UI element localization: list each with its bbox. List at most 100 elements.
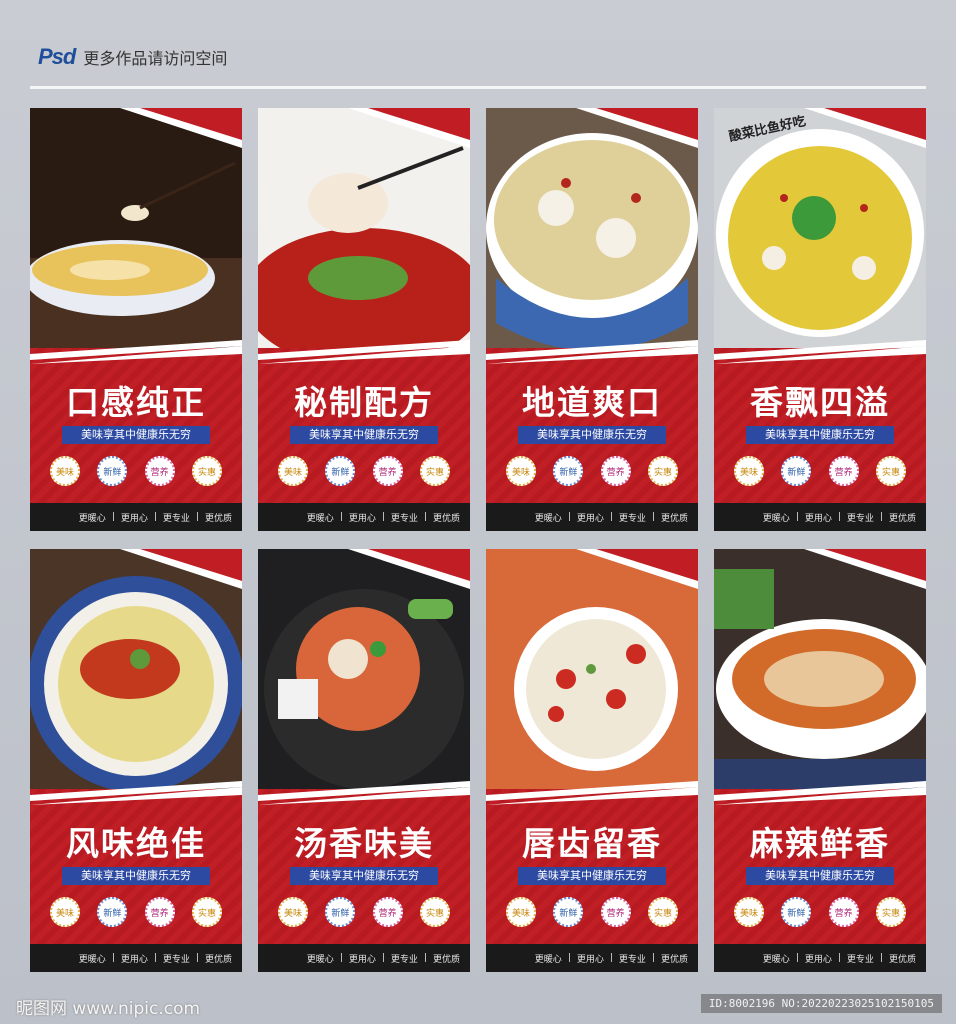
badge-value: 实惠 bbox=[875, 897, 906, 927]
badge-fresh: 新鲜 bbox=[553, 897, 584, 927]
poster-card: 口感纯正 美味享其中健康乐无穷 美味 新鲜 营养 实惠 更暖心 | 更用心 | 更专… bbox=[30, 108, 242, 531]
poster-card: 汤香味美 美味享其中健康乐无穷 美味 新鲜 营养 实惠 更暖心 | 更用心 | 更专… bbox=[258, 549, 470, 972]
badge-row: 美味 新鲜 营养 实惠 bbox=[506, 897, 678, 927]
footer-item: 更优质 bbox=[888, 513, 916, 524]
poster-subtitle: 美味享其中健康乐无穷 bbox=[518, 426, 666, 444]
badge-fresh: 新鲜 bbox=[325, 897, 356, 927]
badge-row: 美味 新鲜 营养 实惠 bbox=[278, 456, 450, 486]
footer-item: 更暖心 bbox=[762, 513, 790, 524]
footer-item: 更用心 bbox=[120, 954, 148, 965]
poster-footer: 更暖心 | 更用心 | 更专业 | 更优质 bbox=[30, 503, 242, 531]
poster-card: 地道爽口 美味享其中健康乐无穷 美味 新鲜 营养 实惠 更暖心 | 更用心 | 更专… bbox=[486, 108, 698, 531]
footer-item: 更暖心 bbox=[762, 954, 790, 965]
footer-item: 更专业 bbox=[618, 513, 646, 524]
footer-item: 更专业 bbox=[618, 954, 646, 965]
footer-item: 更用心 bbox=[576, 954, 604, 965]
badge-nutrition: 营养 bbox=[828, 456, 859, 486]
poster-footer: 更暖心 | 更用心 | 更专业 | 更优质 bbox=[30, 944, 242, 972]
footer-item: 更用心 bbox=[348, 954, 376, 965]
footer-item: 更暖心 bbox=[78, 954, 106, 965]
footer-item: 更优质 bbox=[660, 513, 688, 524]
top-corner-stripe bbox=[576, 108, 698, 148]
poster-footer: 更暖心 | 更用心 | 更专业 | 更优质 bbox=[714, 503, 926, 531]
poster-subtitle: 美味享其中健康乐无穷 bbox=[290, 426, 438, 444]
footer-item: 更暖心 bbox=[306, 954, 334, 965]
top-corner-stripe bbox=[348, 108, 470, 148]
badge-value: 实惠 bbox=[647, 456, 678, 486]
poster-subtitle: 美味享其中健康乐无穷 bbox=[518, 867, 666, 885]
poster-card: 唇齿留香 美味享其中健康乐无穷 美味 新鲜 营养 实惠 更暖心 | 更用心 | 更专… bbox=[486, 549, 698, 972]
white-divider-band bbox=[30, 781, 242, 805]
footer-item: 更优质 bbox=[432, 513, 460, 524]
footer-item: 更用心 bbox=[120, 513, 148, 524]
poster-card: 秘制配方 美味享其中健康乐无穷 美味 新鲜 营养 实惠 更暖心 | 更用心 | 更专… bbox=[258, 108, 470, 531]
footer-item: 更暖心 bbox=[534, 954, 562, 965]
header-divider bbox=[30, 86, 926, 89]
badge-fresh: 新鲜 bbox=[781, 456, 812, 486]
footer-item: 更用心 bbox=[804, 513, 832, 524]
poster-title: 秘制配方 bbox=[294, 383, 434, 422]
site-watermark: 昵图网 www.nipic.com bbox=[16, 999, 201, 1019]
poster-title: 唇齿留香 bbox=[522, 824, 662, 863]
footer-item: 更优质 bbox=[204, 513, 232, 524]
footer-item: 更暖心 bbox=[306, 513, 334, 524]
top-corner-stripe bbox=[348, 549, 470, 589]
poster-footer: 更暖心 | 更用心 | 更专业 | 更优质 bbox=[714, 944, 926, 972]
poster-grid: 口感纯正 美味享其中健康乐无穷 美味 新鲜 营养 实惠 更暖心 | 更用心 | 更专… bbox=[30, 108, 926, 972]
badge-tasty: 美味 bbox=[50, 456, 80, 486]
footer-item: 更优质 bbox=[432, 954, 460, 965]
poster-card: 香飘四溢 美味享其中健康乐无穷 美味 新鲜 营养 实惠 更暖心 | 更用心 | 更专… bbox=[714, 108, 926, 531]
top-corner-stripe bbox=[576, 549, 698, 589]
poster-footer: 更暖心 | 更用心 | 更专业 | 更优质 bbox=[258, 944, 470, 972]
badge-value: 实惠 bbox=[419, 897, 450, 927]
badge-row: 美味 新鲜 营养 实惠 bbox=[734, 897, 906, 927]
footer-item: 更用心 bbox=[348, 513, 376, 524]
footer-item: 更专业 bbox=[162, 513, 190, 524]
badge-row: 美味 新鲜 营养 实惠 bbox=[50, 897, 222, 927]
badge-fresh: 新鲜 bbox=[553, 456, 584, 486]
poster-title: 麻辣鲜香 bbox=[750, 824, 890, 863]
white-divider-band bbox=[258, 781, 470, 805]
badge-nutrition: 营养 bbox=[600, 456, 631, 486]
poster-title: 口感纯正 bbox=[66, 383, 206, 422]
poster-title: 地道爽口 bbox=[522, 383, 662, 422]
badge-value: 实惠 bbox=[875, 456, 906, 486]
badge-value: 实惠 bbox=[419, 456, 450, 486]
badge-row: 美味 新鲜 营养 实惠 bbox=[506, 456, 678, 486]
poster-subtitle: 美味享其中健康乐无穷 bbox=[62, 867, 210, 885]
white-divider-band bbox=[486, 340, 698, 364]
badge-nutrition: 营养 bbox=[372, 897, 403, 927]
footer-item: 更优质 bbox=[204, 954, 232, 965]
badge-value: 实惠 bbox=[191, 897, 222, 927]
white-divider-band bbox=[714, 781, 926, 805]
badge-fresh: 新鲜 bbox=[325, 456, 356, 486]
footer-item: 更用心 bbox=[576, 513, 604, 524]
badge-value: 实惠 bbox=[647, 897, 678, 927]
badge-fresh: 新鲜 bbox=[97, 456, 128, 486]
badge-nutrition: 营养 bbox=[600, 897, 631, 927]
badge-value: 实惠 bbox=[191, 456, 222, 486]
badge-fresh: 新鲜 bbox=[97, 897, 128, 927]
top-corner-stripe bbox=[120, 549, 242, 589]
poster-footer: 更暖心 | 更用心 | 更专业 | 更优质 bbox=[258, 503, 470, 531]
badge-tasty: 美味 bbox=[506, 456, 536, 486]
footer-item: 更专业 bbox=[390, 513, 418, 524]
poster-footer: 更暖心 | 更用心 | 更专业 | 更优质 bbox=[486, 944, 698, 972]
poster-subtitle: 美味享其中健康乐无穷 bbox=[290, 867, 438, 885]
badge-tasty: 美味 bbox=[734, 456, 764, 486]
poster-title: 汤香味美 bbox=[294, 824, 434, 863]
badge-tasty: 美味 bbox=[278, 456, 308, 486]
footer-item: 更暖心 bbox=[534, 513, 562, 524]
badge-tasty: 美味 bbox=[278, 897, 308, 927]
badge-tasty: 美味 bbox=[734, 897, 764, 927]
footer-item: 更专业 bbox=[162, 954, 190, 965]
poster-subtitle: 美味享其中健康乐无穷 bbox=[746, 426, 894, 444]
white-divider-band bbox=[486, 781, 698, 805]
footer-item: 更专业 bbox=[846, 513, 874, 524]
top-bar: Psd 更多作品请访问空间 bbox=[38, 44, 227, 70]
badge-tasty: 美味 bbox=[50, 897, 80, 927]
poster-title: 香飘四溢 bbox=[750, 383, 890, 422]
white-divider-band bbox=[714, 340, 926, 364]
poster-card: 风味绝佳 美味享其中健康乐无穷 美味 新鲜 营养 实惠 更暖心 | 更用心 | 更专… bbox=[30, 549, 242, 972]
badge-nutrition: 营养 bbox=[372, 456, 403, 486]
